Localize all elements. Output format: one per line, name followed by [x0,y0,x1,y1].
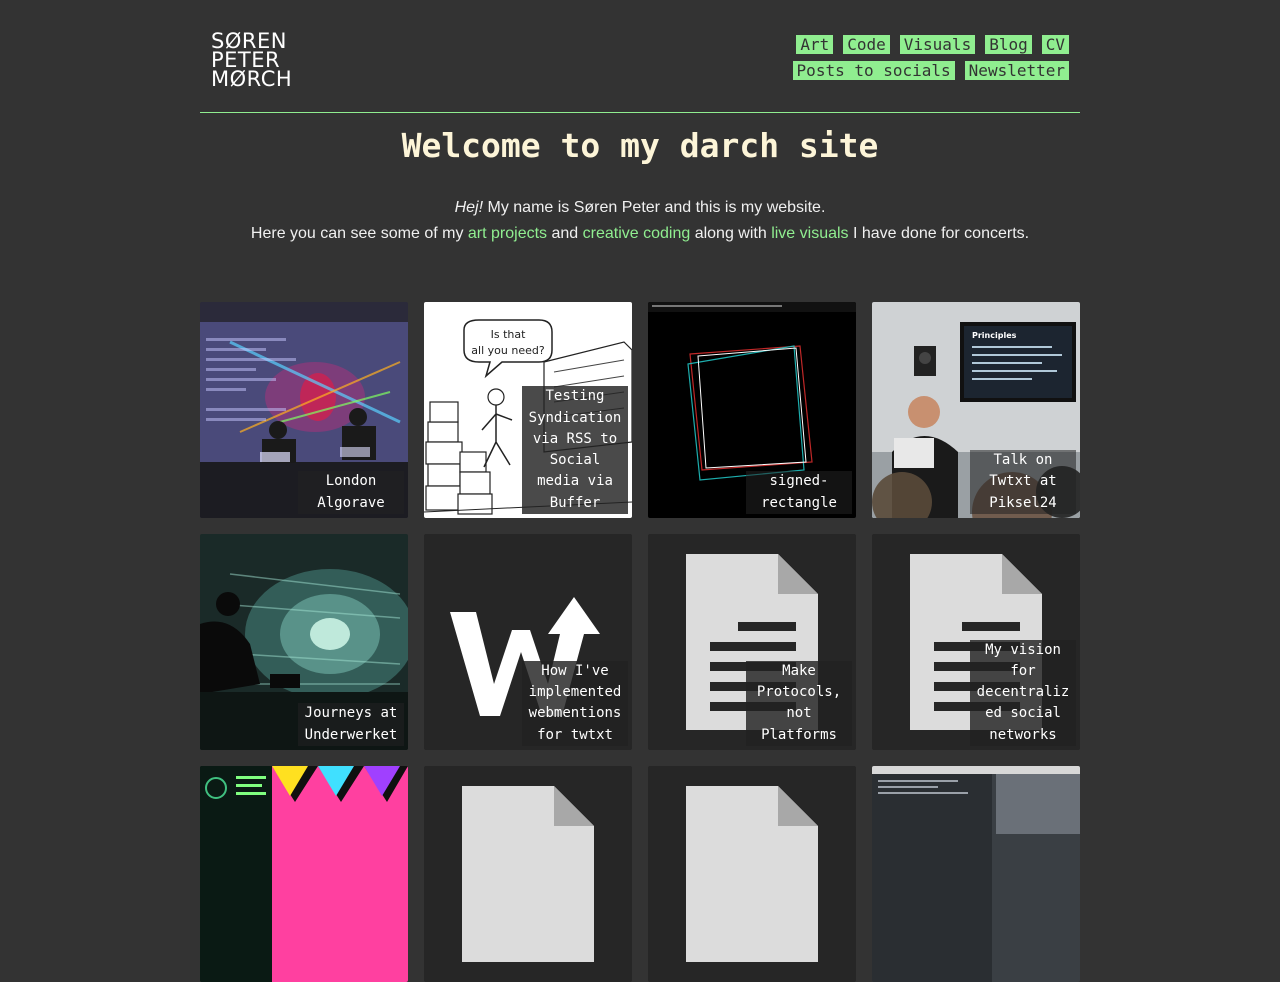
project-card[interactable]: How I've implemented webmentions for twt… [424,534,632,750]
link-art-projects[interactable]: art projects [468,225,547,242]
project-card[interactable]: Principles Talk on Twtxt at Piksel24 [872,302,1080,518]
svg-text:Is that: Is that [491,328,526,341]
card-caption: Journeys at Underwerket [298,703,404,746]
card-caption: How I've implemented webmentions for twt… [522,660,628,746]
site-header: SØREN PETER MØRCH Art Code Visuals Blog … [200,0,1080,113]
screenshot-icon [872,766,1080,982]
document-icon [424,766,632,982]
project-grid: London Algorave Is that all you need? Te… [200,302,1080,982]
nav-link-newsletter[interactable]: Newsletter [964,61,1069,80]
logo-line-3: MØRCH [211,67,293,91]
page-container: SØREN PETER MØRCH Art Code Visuals Blog … [200,0,1080,982]
card-caption: signed-rectangle [746,471,852,514]
project-card[interactable] [424,766,632,982]
project-card[interactable]: My vision for decentralized social netwo… [872,534,1080,750]
intro-greeting: Hej! [454,199,484,216]
card-caption: London Algorave [298,471,404,514]
project-card[interactable]: Is that all you need? Testing Syndicatio… [424,302,632,518]
card-caption: My vision for decentralized social netwo… [970,639,1076,746]
card-caption: Make Protocols, not Platforms [746,660,852,746]
page-title: Welcome to my darch site [401,126,879,165]
intro-text-b: and [547,225,583,242]
intro-text-a: Here you can see some of my [250,225,468,242]
project-card[interactable]: Make Protocols, not Platforms [648,534,856,750]
card-caption: Talk on Twtxt at Piksel24 [970,450,1076,514]
svg-text:all you need?: all you need? [471,344,545,357]
project-card[interactable] [648,766,856,982]
nav-link-visuals[interactable]: Visuals [899,35,976,54]
card-caption: Testing Syndication via RSS to Social me… [522,386,628,514]
svg-text:Principles: Principles [972,331,1017,340]
project-card[interactable]: signed-rectangle [648,302,856,518]
intro-line-2: Here you can see some of my art projects… [200,221,1080,247]
project-card[interactable]: London Algorave [200,302,408,518]
intro-text-d: I have done for concerts. [848,225,1030,242]
nav-row-1: Art Code Visuals Blog CV [793,35,1069,54]
nav-row-2: Posts to socials Newsletter [792,61,1069,80]
site-logo[interactable]: SØREN PETER MØRCH [211,31,293,91]
nav-link-cv[interactable]: CV [1041,35,1069,54]
document-icon [648,766,856,982]
link-creative-coding[interactable]: creative coding [583,225,691,242]
link-live-visuals[interactable]: live visuals [771,225,848,242]
nav-link-blog[interactable]: Blog [985,35,1032,54]
intro-line-1-text: My name is Søren Peter and this is my we… [483,199,826,216]
nav-link-posts-to-socials[interactable]: Posts to socials [792,61,955,80]
intro-text: Hej! My name is Søren Peter and this is … [200,195,1080,247]
nav-link-art[interactable]: Art [796,35,834,54]
nav-link-code[interactable]: Code [843,35,890,54]
colorful-artwork-icon [200,766,408,982]
main-nav: Art Code Visuals Blog CV Posts to social… [792,35,1069,87]
intro-text-c: along with [690,225,772,242]
project-card[interactable] [872,766,1080,982]
project-card[interactable] [200,766,408,982]
project-card[interactable]: Journeys at Underwerket [200,534,408,750]
intro-line-1: Hej! My name is Søren Peter and this is … [200,195,1080,221]
